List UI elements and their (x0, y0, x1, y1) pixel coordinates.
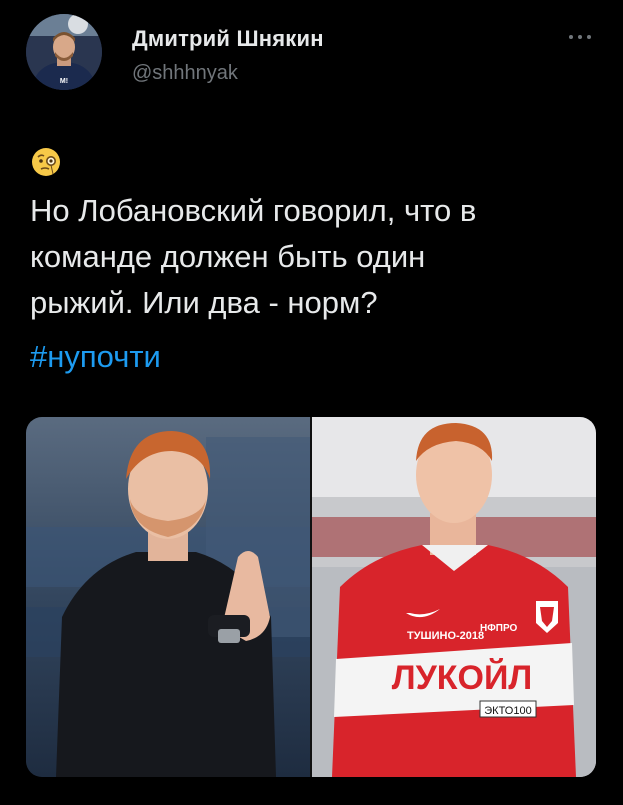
jersey-chest-text: НФПРО (480, 623, 517, 634)
tweet-text: Но Лобановский говорил, что в команде до… (30, 188, 600, 326)
jersey-badge-text: ЭКТО100 (484, 705, 531, 717)
jersey-sponsor-text: ЛУКОЙЛ (392, 658, 533, 697)
svg-text:M!: M! (60, 78, 68, 85)
author-handle[interactable]: @shhhnyak (132, 62, 238, 85)
hashtag-link[interactable]: #нупочти (30, 334, 161, 380)
tweet-text-line: рыжий. Или два - норм? (30, 285, 378, 320)
tweet-media[interactable]: ТУШИНО-2018 НФПРО ЛУКОЙЛ ЭКТО100 (26, 417, 596, 777)
tweet-text-line: Но Лобановский говорил, что в (30, 193, 477, 228)
photo-player-spartak-kit-icon: ТУШИНО-2018 НФПРО ЛУКОЙЛ ЭКТО100 (312, 417, 596, 777)
tweet-text-line: команде должен быть один (30, 239, 426, 274)
tweet[interactable]: M! Дмитрий Шнякин @shhhnyak Но Лобановск… (0, 0, 623, 805)
face-with-monocle-icon (32, 148, 60, 176)
jersey-sleeve-text: ТУШИНО-2018 (407, 630, 484, 642)
media-image-right[interactable]: ТУШИНО-2018 НФПРО ЛУКОЙЛ ЭКТО100 (312, 417, 596, 777)
author-avatar[interactable]: M! (26, 14, 102, 90)
photo-coach-applauding-icon (26, 417, 310, 777)
media-image-left[interactable] (26, 417, 310, 777)
more-options-icon[interactable] (566, 30, 594, 44)
avatar-icon: M! (26, 14, 102, 90)
author-display-name[interactable]: Дмитрий Шнякин (132, 26, 324, 52)
